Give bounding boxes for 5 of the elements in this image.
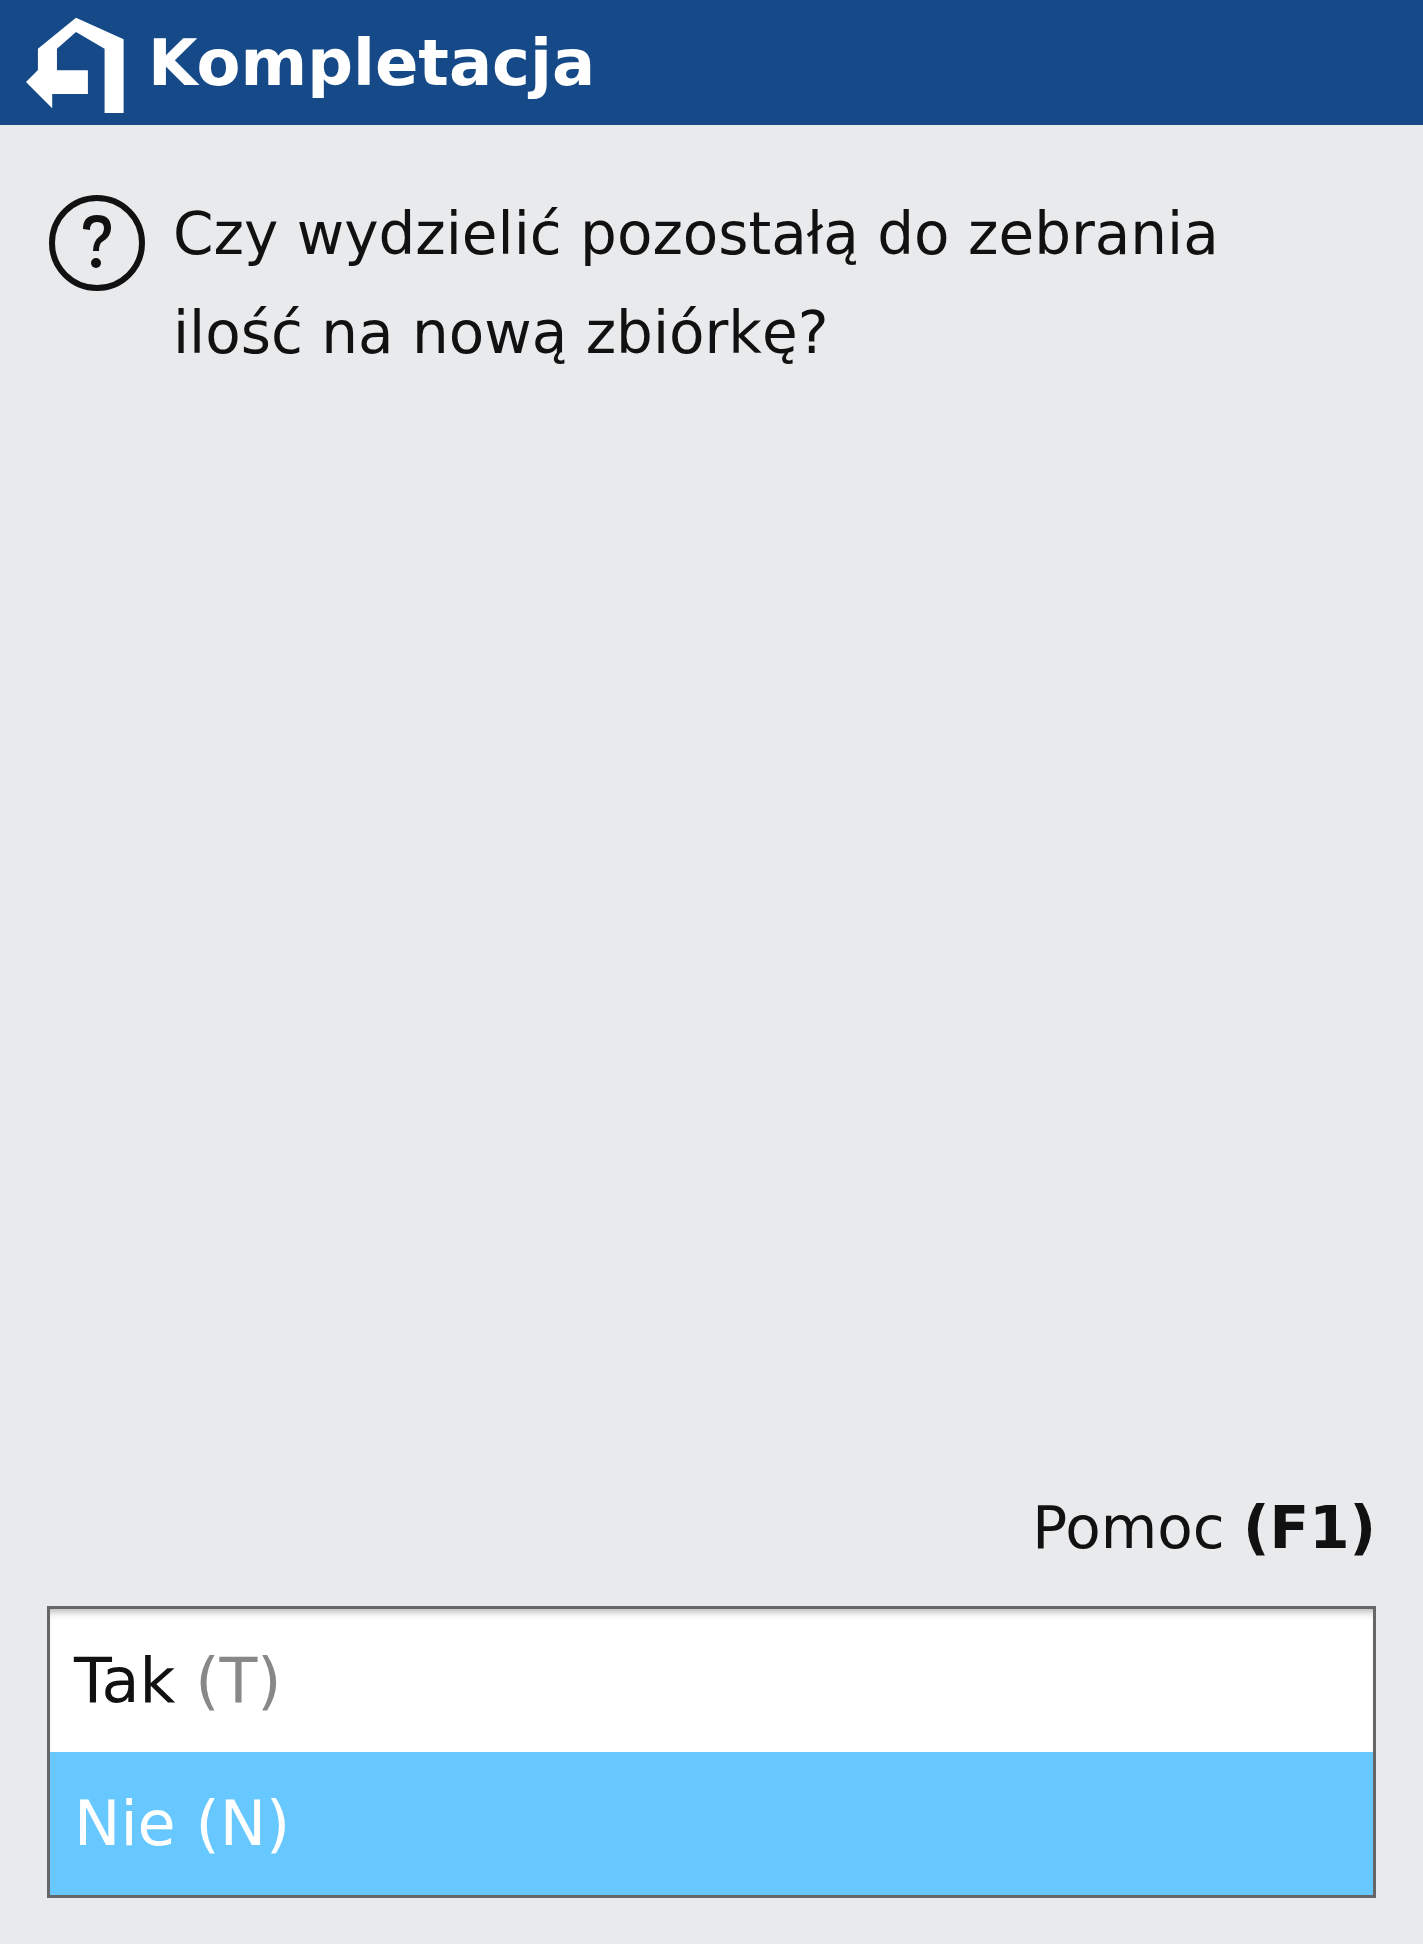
screen-title: Kompletacja <box>148 25 596 100</box>
question-text: Czy wydzielić pozostałą do zebrania ilość na nową zbiórkę? <box>173 199 1220 369</box>
help-hint: Pomoc (F1) <box>1032 1494 1376 1562</box>
answer-option[interactable]: Tak (T) <box>50 1609 1373 1752</box>
question-icon <box>47 193 147 293</box>
